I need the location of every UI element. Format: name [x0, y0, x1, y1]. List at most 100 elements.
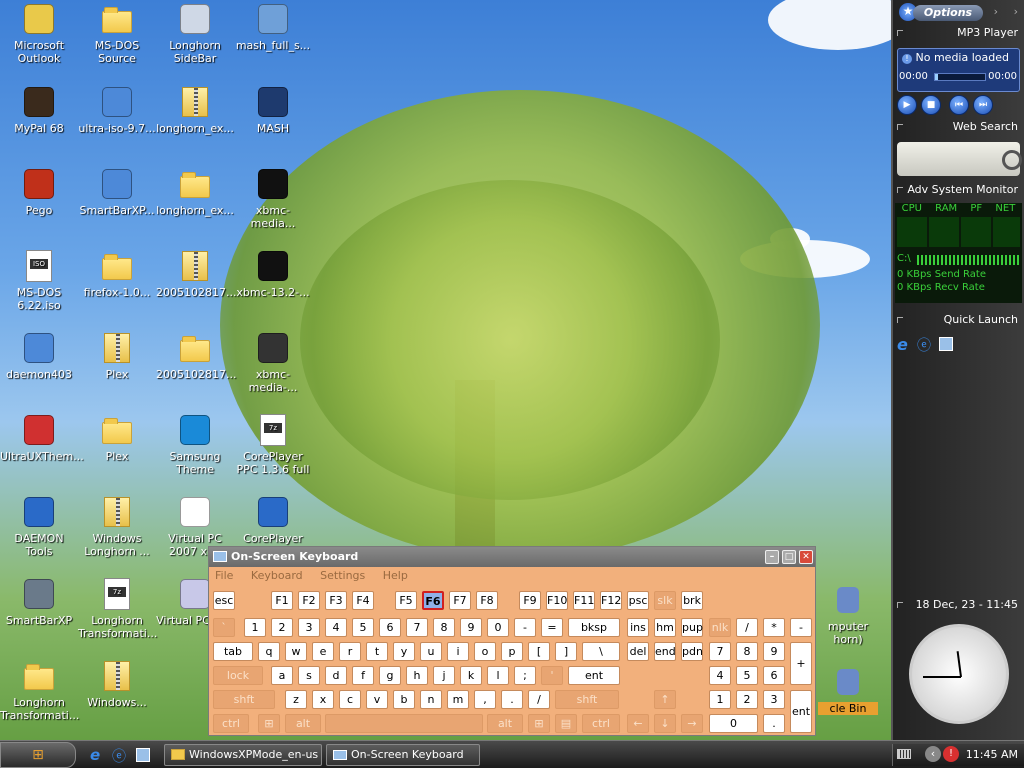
key-n[interactable]: n [420, 690, 442, 709]
desktop-icon[interactable]: xbmc-media... [234, 167, 312, 230]
key-ctrl[interactable]: ctrl [582, 714, 620, 733]
key-x8592[interactable]: ← [627, 714, 649, 733]
desktop-icon[interactable]: daemon403 [0, 331, 78, 381]
key-F12[interactable]: F12 [600, 591, 622, 610]
key-x39[interactable]: ' [541, 666, 563, 685]
key-6[interactable]: 6 [379, 618, 401, 637]
key-t[interactable]: t [366, 642, 388, 661]
key-x47[interactable]: / [528, 690, 550, 709]
key-hm[interactable]: hm [654, 618, 676, 637]
key-nlk[interactable]: nlk [709, 618, 731, 637]
key-space[interactable] [325, 714, 483, 733]
key-x[interactable]: x [312, 690, 334, 709]
key-lock[interactable]: lock [213, 666, 263, 685]
desktop-icon[interactable]: Pego [0, 167, 78, 217]
key-3[interactable]: 3 [298, 618, 320, 637]
desktop-icon[interactable]: cle Bin [818, 665, 878, 715]
key-g[interactable]: g [379, 666, 401, 685]
key-x93[interactable]: ] [555, 642, 577, 661]
key-r[interactable]: r [339, 642, 361, 661]
desktop-icon[interactable]: Samsung Theme [156, 413, 234, 476]
alert-icon[interactable]: ! [943, 746, 959, 762]
key-x8595[interactable]: ↓ [654, 714, 676, 733]
key-k[interactable]: k [460, 666, 482, 685]
key-o[interactable]: o [474, 642, 496, 661]
key-0[interactable]: 0 [709, 714, 758, 733]
key-F3[interactable]: F3 [325, 591, 347, 610]
key-ins[interactable]: ins [627, 618, 649, 637]
key-x59[interactable]: ; [514, 666, 536, 685]
key-x8862[interactable]: ⊞ [528, 714, 550, 733]
menu-file[interactable]: File [215, 569, 233, 582]
key-x8594[interactable]: → [681, 714, 703, 733]
key-pdn[interactable]: pdn [681, 642, 703, 661]
mp3-seek-bar[interactable] [934, 73, 986, 81]
chevron-right-icon[interactable]: › [994, 5, 998, 18]
key-x91[interactable]: [ [528, 642, 550, 661]
tray-clock[interactable]: 11:45 AM [966, 748, 1018, 761]
key-x8862[interactable]: ⊞ [258, 714, 280, 733]
key-F5[interactable]: F5 [395, 591, 417, 610]
key-brk[interactable]: brk [681, 591, 703, 610]
key-ent[interactable]: ent [790, 690, 812, 733]
key-F7[interactable]: F7 [449, 591, 471, 610]
key-x46[interactable]: . [763, 714, 785, 733]
key-F10[interactable]: F10 [546, 591, 568, 610]
key-ent[interactable]: ent [568, 666, 620, 685]
desktop-icon[interactable]: xbmc-13.2-... [234, 249, 312, 299]
desktop-icon[interactable]: longhorn_ex... [156, 85, 234, 135]
key-tab[interactable]: tab [213, 642, 253, 661]
desktop-icon[interactable]: Plex [78, 413, 156, 463]
start-button[interactable]: ⊞ [0, 742, 76, 768]
desktop-icon[interactable]: Windows Longhorn ... [78, 495, 156, 558]
taskbar-item-windowsxpmode[interactable]: WindowsXPMode_en-us [164, 744, 322, 766]
taskbar-item-osk[interactable]: On-Screen Keyboard [326, 744, 480, 766]
desktop-icon[interactable]: firefox-1.0... [78, 249, 156, 299]
key-i[interactable]: i [447, 642, 469, 661]
ie-alt-icon[interactable]: ⓔ [917, 335, 931, 355]
desktop-icon[interactable]: MS-DOS Source [78, 2, 156, 65]
key-2[interactable]: 2 [271, 618, 293, 637]
chevron-right-icon[interactable]: › [1014, 5, 1018, 18]
ie-alt-icon[interactable]: ⓔ [112, 746, 126, 766]
ie-icon[interactable]: e [90, 746, 100, 764]
desktop-icon[interactable]: Microsoft Outlook [0, 2, 78, 65]
key-F11[interactable]: F11 [573, 591, 595, 610]
next-icon[interactable]: ⏭ [973, 95, 993, 115]
key-1[interactable]: 1 [709, 690, 731, 709]
key-m[interactable]: m [447, 690, 469, 709]
key-del[interactable]: del [627, 642, 649, 661]
key-4[interactable]: 4 [325, 618, 347, 637]
key-alt[interactable]: alt [487, 714, 523, 733]
ie-icon[interactable]: e [897, 335, 908, 354]
desktop-icon[interactable]: mash_full_s... [234, 2, 312, 52]
key-x45[interactable]: - [514, 618, 536, 637]
desktop-icon[interactable]: Longhorn SideBar [156, 2, 234, 65]
key-esc[interactable]: esc [213, 591, 235, 610]
desktop-icon[interactable]: ISO MS-DOS 6.22.iso [0, 249, 78, 312]
key-x47[interactable]: / [736, 618, 758, 637]
desktop-icon[interactable]: SmartBarXP... [78, 167, 156, 217]
key-x9636[interactable]: ▤ [555, 714, 577, 733]
key-e[interactable]: e [312, 642, 334, 661]
key-end[interactable]: end [654, 642, 676, 661]
desktop-icon[interactable]: 2005102817... [156, 249, 236, 299]
key-d[interactable]: d [325, 666, 347, 685]
options-button[interactable]: Options [913, 5, 983, 21]
key-c[interactable]: c [339, 690, 361, 709]
key-x8593[interactable]: ↑ [654, 690, 676, 709]
magnifier-icon[interactable] [1002, 150, 1022, 170]
key-s[interactable]: s [298, 666, 320, 685]
key-x46[interactable]: . [501, 690, 523, 709]
desktop-icon[interactable]: DAEMON Tools [0, 495, 78, 558]
key-l[interactable]: l [487, 666, 509, 685]
menu-settings[interactable]: Settings [320, 569, 365, 582]
stop-icon[interactable]: ■ [921, 95, 941, 115]
play-icon[interactable]: ▶ [897, 95, 917, 115]
key-shft[interactable]: shft [555, 690, 619, 709]
desktop-icon[interactable]: MyPal 68 [0, 85, 78, 135]
key-q[interactable]: q [258, 642, 280, 661]
key-F2[interactable]: F2 [298, 591, 320, 610]
key-b[interactable]: b [393, 690, 415, 709]
desktop-icon[interactable]: Plex [78, 331, 156, 381]
